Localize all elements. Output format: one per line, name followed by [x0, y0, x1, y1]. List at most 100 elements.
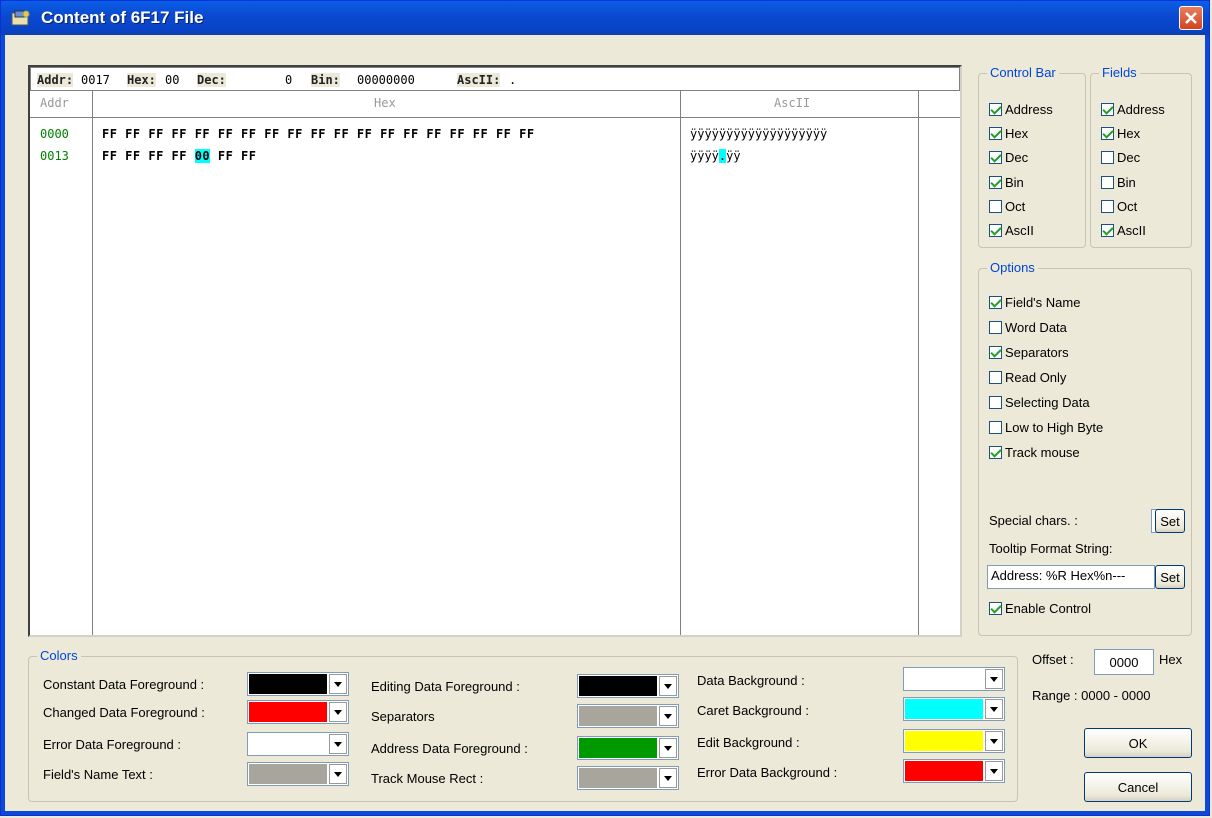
color-picker-editing-data-foreground[interactable]: [577, 674, 679, 698]
window-title: Content of 6F17 File: [41, 8, 204, 27]
fields-bin-checkbox[interactable]: Bin: [1101, 175, 1136, 190]
tooltip-format-input[interactable]: Address: %R Hex%n---: [987, 565, 1155, 589]
hex-editor[interactable]: Addr: 0017 Hex: 00 Dec: 0 Bin: 00000000 …: [28, 65, 962, 637]
checkbox-box[interactable]: [1101, 151, 1114, 165]
fields-ascii-checkbox[interactable]: AscII: [1101, 223, 1146, 238]
chevron-down-icon[interactable]: [985, 761, 1003, 781]
color-picker-data-background[interactable]: [903, 667, 1005, 691]
chevron-down-icon[interactable]: [329, 734, 347, 754]
checkbox-box[interactable]: [989, 396, 1002, 409]
row-hex[interactable]: FF FF FF FF 00 FF FF: [102, 149, 257, 163]
row-ascii[interactable]: ÿÿÿÿÿÿÿÿÿÿÿÿÿÿÿÿÿÿÿ: [690, 127, 827, 141]
ok-button[interactable]: OK: [1084, 728, 1192, 758]
checkbox-box[interactable]: [1101, 199, 1114, 213]
option-selecting-data-checkbox[interactable]: Selecting Data: [989, 395, 1090, 410]
checkbox-box[interactable]: [989, 224, 1002, 237]
fields-hex-checkbox[interactable]: Hex: [1101, 126, 1140, 141]
hex-bytes: FF FF FF FF FF FF FF FF FF FF FF FF FF F…: [102, 127, 535, 141]
option-separators-checkbox[interactable]: Separators: [989, 345, 1069, 360]
offset-input[interactable]: 0000: [1094, 649, 1154, 675]
checkbox-box[interactable]: [1101, 127, 1114, 141]
control-bar-bin-checkbox[interactable]: Bin: [989, 175, 1024, 190]
checkbox-box[interactable]: [989, 421, 1002, 434]
color-label-caret-background: Caret Background :: [697, 703, 810, 718]
control-bar-oct-checkbox[interactable]: Oct: [989, 199, 1025, 214]
checkbox-label: Bin: [1005, 174, 1024, 190]
option-low-to-high-byte-checkbox[interactable]: Low to High Byte: [989, 420, 1103, 435]
chevron-down-icon[interactable]: [329, 702, 347, 722]
checkbox-label: Dec: [1005, 150, 1029, 166]
color-swatch: [579, 768, 657, 788]
chevron-down-icon[interactable]: [329, 674, 347, 694]
color-swatch: [905, 761, 983, 781]
color-picker-constant-data-foreground[interactable]: [247, 672, 349, 696]
color-label-edit-background: Edit Background :: [697, 735, 800, 750]
color-picker-error-data-background[interactable]: [903, 759, 1005, 783]
checkbox-box[interactable]: [989, 296, 1002, 309]
checkbox-box[interactable]: [989, 371, 1002, 384]
fields-address-checkbox[interactable]: Address: [1101, 102, 1165, 117]
color-label-error-data-foreground: Error Data Foreground :: [43, 737, 182, 752]
checkbox-box[interactable]: [989, 446, 1002, 459]
chevron-down-icon[interactable]: [985, 699, 1003, 719]
option-track-mouse-checkbox[interactable]: Track mouse: [989, 445, 1080, 460]
header-addr: Addr: [40, 96, 69, 110]
checkbox-label: Address: [1117, 102, 1165, 117]
chevron-down-icon[interactable]: [659, 768, 677, 788]
caret-hex-byte[interactable]: 00: [194, 149, 211, 163]
option-read-only-checkbox[interactable]: Read Only: [989, 370, 1066, 385]
color-picker-track-mouse-rect[interactable]: [577, 766, 679, 790]
color-picker-field-s-name-text[interactable]: [247, 762, 349, 786]
tooltip-set-button[interactable]: Set: [1155, 565, 1185, 589]
fields-group-title: Fields: [1099, 65, 1140, 80]
row-ascii[interactable]: ÿÿÿÿ.ÿÿ: [690, 149, 741, 163]
chevron-down-icon[interactable]: [985, 669, 1003, 689]
checkbox-box[interactable]: [989, 602, 1002, 615]
checkbox-box[interactable]: [1101, 175, 1114, 189]
special-chars-set-button[interactable]: Set: [1155, 509, 1185, 533]
checkbox-box[interactable]: [1101, 224, 1114, 237]
color-picker-separators[interactable]: [577, 704, 679, 728]
control-bar-dec-checkbox[interactable]: Dec: [989, 150, 1028, 165]
chevron-down-icon[interactable]: [659, 676, 677, 696]
row-hex[interactable]: FF FF FF FF FF FF FF FF FF FF FF FF FF F…: [102, 127, 535, 141]
chevron-down-icon[interactable]: [329, 764, 347, 784]
control-bar-ascii-checkbox[interactable]: AscII: [989, 223, 1034, 238]
separator-ascii: [918, 91, 919, 635]
cancel-button[interactable]: Cancel: [1084, 772, 1192, 802]
color-picker-caret-background[interactable]: [903, 697, 1005, 721]
ctl-bin-value: 00000000: [357, 73, 415, 87]
color-swatch: [905, 669, 983, 689]
color-picker-error-data-foreground[interactable]: [247, 732, 349, 756]
color-picker-edit-background[interactable]: [903, 729, 1005, 753]
colors-group-title: Colors: [37, 648, 81, 663]
checkbox-box[interactable]: [989, 103, 1002, 116]
chevron-down-icon[interactable]: [659, 706, 677, 726]
control-bar-hex-checkbox[interactable]: Hex: [989, 126, 1028, 141]
checkbox-box[interactable]: [989, 151, 1002, 165]
checkbox-box[interactable]: [989, 127, 1002, 141]
chevron-down-icon[interactable]: [985, 731, 1003, 751]
checkbox-box[interactable]: [1101, 103, 1114, 116]
enable-control-checkbox[interactable]: Enable Control: [989, 601, 1091, 616]
hex-bytes: FF FF: [210, 149, 257, 163]
checkbox-box[interactable]: [989, 175, 1002, 189]
special-chars-label: Special chars. :: [989, 513, 1078, 528]
app-icon: [11, 10, 30, 26]
fields-oct-checkbox[interactable]: Oct: [1101, 199, 1137, 214]
checkbox-box[interactable]: [989, 199, 1002, 213]
close-button[interactable]: [1179, 6, 1203, 30]
color-picker-address-data-foreground[interactable]: [577, 736, 679, 760]
chevron-down-icon[interactable]: [659, 738, 677, 758]
fields-dec-checkbox[interactable]: Dec: [1101, 150, 1140, 165]
frame-left: [1, 35, 5, 815]
row-addr: 0013: [40, 149, 69, 163]
title-bar[interactable]: Content of 6F17 File: [1, 1, 1209, 35]
checkbox-box[interactable]: [989, 346, 1002, 359]
checkbox-box[interactable]: [989, 321, 1002, 334]
control-bar-address-checkbox[interactable]: Address: [989, 102, 1053, 117]
color-picker-changed-data-foreground[interactable]: [247, 700, 349, 724]
option-field-s-name-checkbox[interactable]: Field's Name: [989, 295, 1080, 310]
checkbox-label: Field's Name: [1005, 295, 1081, 310]
option-word-data-checkbox[interactable]: Word Data: [989, 320, 1067, 335]
